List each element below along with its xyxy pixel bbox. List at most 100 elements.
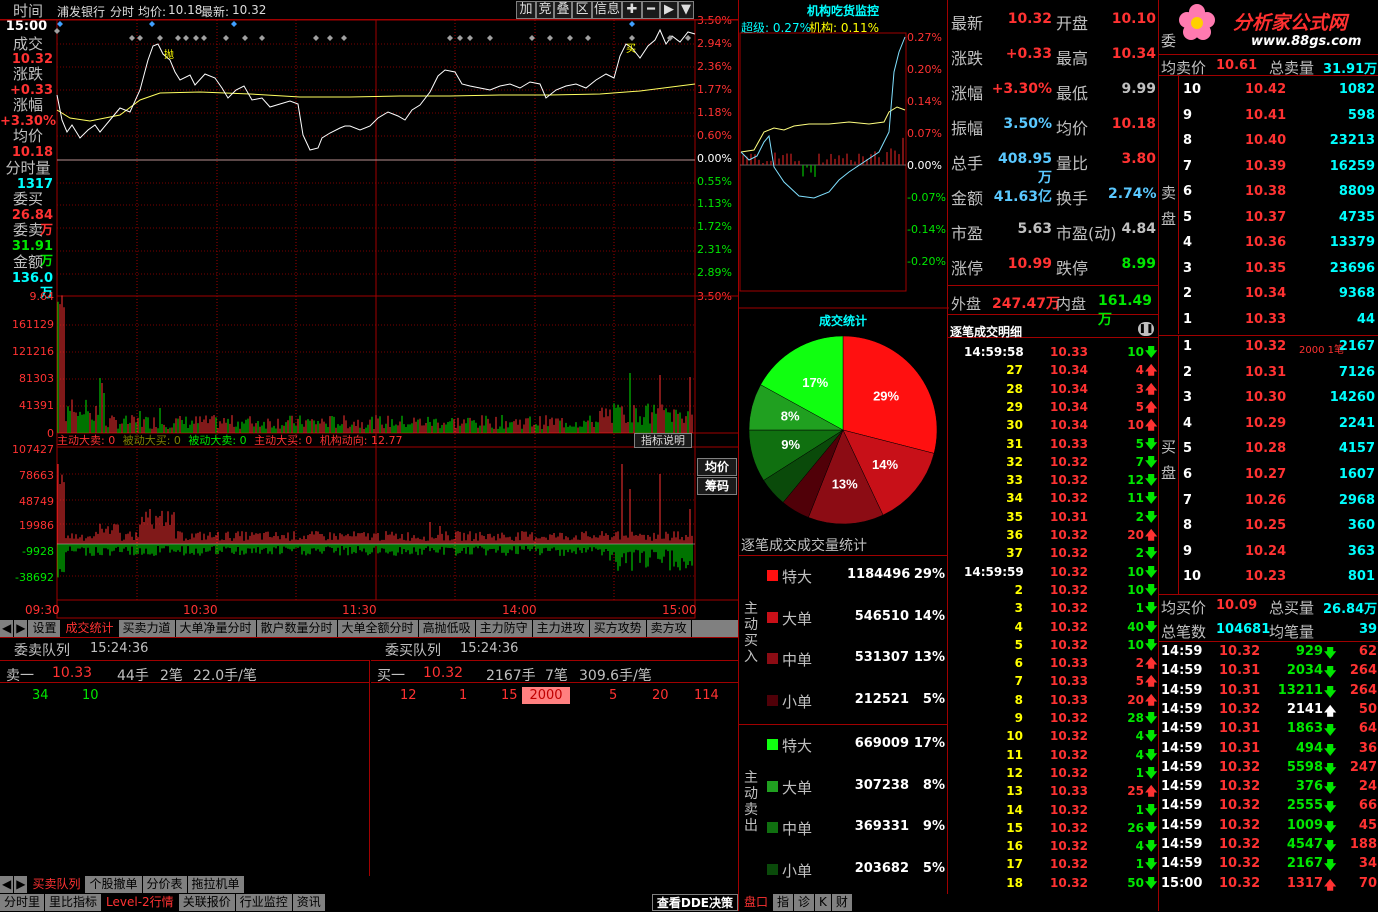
quote-label: 开盘 (1056, 14, 1089, 33)
bid-row[interactable]: 2 10.31 7126 (1181, 365, 1377, 383)
trade-vol: 494 (1295, 740, 1323, 756)
trade-row: 14:59 10.32 2555 🡇 66 (1159, 798, 1378, 816)
tab-timeshare[interactable]: 分时里 (0, 894, 46, 911)
tick-row: 9 10.32 28 🡇 (948, 709, 1158, 727)
tab-ratio[interactable]: 里比指标 (45, 894, 103, 911)
tab-news[interactable]: 资讯 (292, 894, 326, 911)
inst-title: 机构吃货监控 (806, 4, 879, 18)
ask-price: 10.35 (1245, 260, 1287, 276)
quote-label: 涨停 (951, 259, 984, 278)
bid-row[interactable]: 3 10.30 14260 (1181, 390, 1377, 408)
stat-name: 特大 (782, 568, 813, 586)
tab-main-atk[interactable]: 主力进攻 (532, 620, 590, 637)
bid-price: 10.25 (1245, 518, 1287, 534)
scroll-left-icon[interactable]: ◀ (0, 876, 15, 893)
trade-price: 10.32 (1219, 837, 1261, 852)
quote-value: 10.18 (1111, 116, 1156, 132)
inst-axis-label: -0.14% (907, 223, 946, 236)
avg-price-button[interactable]: 均价 (697, 458, 737, 476)
indicator-help-button[interactable]: 指标说明 (634, 433, 692, 448)
tab-price-table[interactable]: 分价表 (142, 876, 188, 893)
tab-big-net[interactable]: 大单净量分时 (175, 620, 257, 637)
intraday-chart-svg[interactable]: 抛 买 (0, 0, 738, 620)
arrow-down-icon: 🡇 (1145, 509, 1158, 524)
scroll-right-icon[interactable]: ▶ (14, 876, 29, 893)
tab-settings[interactable]: 设置 (28, 620, 62, 637)
bid-row[interactable]: 4 10.29 2241 (1181, 416, 1377, 434)
bid-row[interactable]: 8 10.25 360 (1181, 518, 1377, 536)
buy1-vol: 2167手 (486, 668, 536, 684)
tab-quote[interactable]: 盘口 (740, 894, 774, 911)
tab-industry[interactable]: 行业监控 (235, 894, 293, 911)
scroll-left-icon[interactable]: ◀ (0, 620, 15, 637)
tab-related[interactable]: 关联报价 (178, 894, 236, 911)
tab-main-def[interactable]: 主力防守 (475, 620, 533, 637)
quote-value: 408.95万 (997, 151, 1052, 186)
trade-row: 14:59 10.32 2141 🡅 50 (1159, 702, 1378, 720)
tick-vol: 20 (1127, 528, 1144, 542)
tab-trade-stats[interactable]: 成交统计 (61, 620, 119, 637)
bid-row[interactable]: 7 10.26 2968 (1181, 493, 1377, 511)
ask-vol: 23696 (1329, 260, 1375, 276)
ask-row[interactable]: 3 10.35 23696 (1181, 261, 1377, 279)
tab-indicator[interactable]: 指 (773, 894, 795, 911)
tick-vol: 10 (1127, 345, 1144, 359)
tab-finance[interactable]: 财 (831, 894, 853, 911)
tab-diagnose[interactable]: 诊 (794, 894, 816, 911)
bid-row[interactable]: 5 10.28 4157 (1181, 441, 1377, 459)
arrow-down-icon: 🡇 (1145, 491, 1158, 506)
tab-force[interactable]: 买卖力道 (118, 620, 176, 637)
legend-e: 机构动向: 12.77 (319, 434, 403, 447)
bid-summary: 均买价 10.09 总买量 26.84万 总笔数 104681 均笔量 39 (1159, 594, 1378, 642)
arrow-down-icon: 🡇 (1145, 564, 1158, 579)
tick-time: 7 (1014, 674, 1023, 689)
trade-row: 14:59 10.31 1863 🡇 64 (1159, 721, 1378, 739)
tab-tractor[interactable]: 拖拉机单 (187, 876, 245, 893)
buy-queue-order-highlight[interactable]: 2000 (522, 687, 570, 704)
ask-row[interactable]: 2 10.34 9368 (1181, 286, 1377, 304)
ask-vol: 4735 (1338, 209, 1375, 225)
bid-row[interactable]: 10 10.23 801 (1181, 569, 1377, 587)
dde-button[interactable]: 查看DDE决策 (651, 894, 738, 911)
tab-big-amt[interactable]: 大单全额分时 (337, 620, 419, 637)
scroll-right-icon[interactable]: ▶ (14, 620, 29, 637)
tick-price: 10.34 (1050, 418, 1088, 433)
trade-pie-chart[interactable]: 29% 14% 13% 9% 8% 17% (739, 328, 947, 533)
tick-vol: 26 (1127, 820, 1144, 835)
tick-row: 33 10.32 12 🡇 (948, 471, 1158, 489)
tab-kline[interactable]: K (815, 894, 832, 911)
quote-label: 量比 (1056, 154, 1089, 173)
ask-level: 1 (1183, 311, 1193, 327)
tab-high-low[interactable]: 高抛低吸 (418, 620, 476, 637)
bid-row[interactable]: 9 10.24 363 (1181, 544, 1377, 562)
inst-axis-label: 0.00% (907, 159, 942, 172)
tick-vol: 1 (1135, 765, 1144, 780)
ask-row[interactable]: 1 10.33 44 (1181, 312, 1377, 330)
ask-row[interactable]: 8 10.40 23213 (1181, 133, 1377, 151)
queue-panel: 委卖队列 15:24:36 委买队列 15:24:36 卖一 10.33 44手… (0, 637, 738, 876)
tick-row: 11 10.32 4 🡇 (948, 746, 1158, 764)
tick-row: 2 10.32 10 🡇 (948, 581, 1158, 599)
tab-cancel[interactable]: 个股撤单 (85, 876, 143, 893)
tab-sell-atk[interactable]: 卖方攻 (646, 620, 692, 637)
ask-row[interactable]: 7 10.39 16259 (1181, 159, 1377, 177)
institution-panel: 机构吃货监控 超级: 0.27% 机构: 0.11% 0.27% 0.20% 0… (738, 0, 949, 911)
ask-row[interactable]: 5 10.37 4735 (1181, 210, 1377, 228)
bid-level: 3 (1183, 390, 1193, 406)
tab-trade-queue[interactable]: 买卖队列 (28, 876, 86, 893)
trade-vol: 13211 (1277, 682, 1323, 698)
ask-row[interactable]: 9 10.41 598 (1181, 108, 1377, 126)
ask-row[interactable]: 6 10.38 8809 (1181, 184, 1377, 202)
tab-level2[interactable]: Level-2行情 (102, 894, 179, 911)
bid-row[interactable]: 1 10.32 2000 1笔 2167 (1181, 339, 1377, 357)
chips-button[interactable]: 筹码 (697, 477, 737, 495)
ask-row[interactable]: 10 10.42 1082 (1181, 82, 1377, 100)
sell-queue-order: 10 (82, 688, 99, 703)
tick-vol: 7 (1135, 454, 1144, 469)
tab-buy-atk[interactable]: 买方攻势 (589, 620, 647, 637)
bid-row[interactable]: 6 10.27 1607 (1181, 467, 1377, 485)
tab-retail[interactable]: 散户数量分时 (256, 620, 338, 637)
pause-icon[interactable]: ❚❚ (1138, 322, 1154, 336)
tick-row: 29 10.34 5 🡅 (948, 398, 1158, 416)
ask-row[interactable]: 4 10.36 13379 (1181, 235, 1377, 253)
